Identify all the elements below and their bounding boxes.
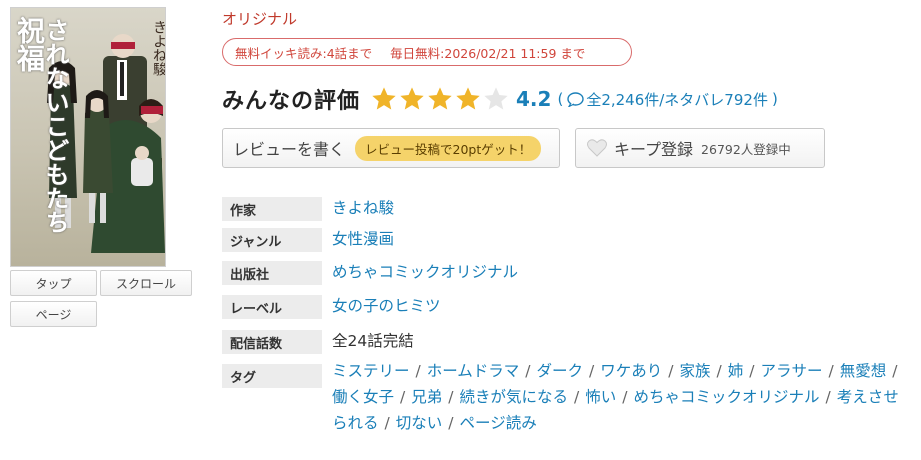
- review-points-badge: レビュー投稿で20ptゲット！: [355, 135, 542, 161]
- tag-link[interactable]: 働く女子: [332, 388, 394, 406]
- tag-separator: /: [448, 388, 454, 406]
- cover-image[interactable]: 祝福 されないこどもたち きよね駿: [10, 7, 166, 267]
- info-key: ジャンル: [222, 228, 322, 252]
- tag-link[interactable]: アラサー: [761, 362, 823, 380]
- info-row-author: 作家 きよね駿: [222, 197, 394, 221]
- free-binge-text: 無料イッキ読み:4話まで: [235, 45, 373, 61]
- publisher-link[interactable]: めちゃコミックオリジナル: [332, 261, 518, 283]
- keep-button[interactable]: キープ登録 26792人登録中: [575, 128, 825, 168]
- tag-separator: /: [589, 362, 595, 380]
- star-filled-icon: [400, 87, 424, 110]
- paren-open: (: [557, 90, 564, 108]
- heart-icon: [587, 139, 607, 157]
- write-review-label: レビューを書く: [233, 140, 346, 159]
- tag-link[interactable]: 兄弟: [411, 388, 442, 406]
- rating-title: みんなの評価: [222, 89, 361, 114]
- tag-separator: /: [525, 362, 531, 380]
- rating-value: 4.2: [516, 87, 552, 111]
- tag-separator: /: [400, 388, 406, 406]
- keep-count: 26792人登録中: [701, 141, 791, 157]
- review-count-text: 全2,246件/ネタバレ792件: [586, 90, 768, 109]
- speech-bubble-icon: [567, 91, 585, 107]
- tag-separator: /: [415, 362, 421, 380]
- info-row-tags: タグ: [222, 364, 322, 388]
- star-filled-icon: [372, 87, 396, 110]
- review-count-link[interactable]: ( 全2,246件/ネタバレ792件 ): [557, 89, 777, 110]
- star-empty-icon: [484, 87, 508, 110]
- info-key: レーベル: [222, 295, 322, 319]
- tag-link[interactable]: 続きが気になる: [460, 388, 569, 406]
- tag-separator: /: [892, 362, 898, 380]
- tag-link[interactable]: ダーク: [537, 362, 584, 380]
- cover-subtitle: されないこどもたち: [41, 18, 70, 234]
- tag-link[interactable]: めちゃコミックオリジナル: [634, 388, 820, 406]
- tag-link[interactable]: 家族: [680, 362, 711, 380]
- info-key: 出版社: [222, 261, 322, 285]
- original-label[interactable]: オリジナル: [222, 8, 297, 29]
- tag-separator: /: [622, 388, 628, 406]
- tag-link[interactable]: 切ない: [396, 414, 443, 432]
- view-tap-button[interactable]: タップ: [10, 270, 97, 296]
- episode-count: 全24話完結: [332, 332, 414, 350]
- genre-link[interactable]: 女性漫画: [332, 228, 394, 250]
- info-row-publisher: 出版社 めちゃコミックオリジナル: [222, 261, 518, 285]
- author-link[interactable]: きよね駿: [332, 197, 394, 219]
- view-page-button[interactable]: ページ: [10, 301, 97, 327]
- info-key: タグ: [222, 364, 322, 388]
- tag-link[interactable]: ミステリー: [332, 362, 410, 380]
- free-reading-badge: 無料イッキ読み:4話まで 毎日無料:2026/02/21 11:59 まで: [222, 38, 632, 66]
- rating-row: みんなの評価 4.2 ( 全2,246件/ネタバレ792件 ): [222, 84, 778, 114]
- tag-separator: /: [668, 362, 674, 380]
- info-row-genre: ジャンル 女性漫画: [222, 228, 394, 252]
- daily-free-text: 毎日無料:2026/02/21 11:59 まで: [390, 45, 586, 61]
- tag-separator: /: [749, 362, 755, 380]
- tag-list: ミステリー / ホームドラマ / ダーク / ワケあり / 家族 / 姉 / アラサー / 無愛想/働く女子…: [332, 358, 912, 436]
- info-row-label: レーベル 女の子のヒミツ: [222, 295, 441, 319]
- tag-link[interactable]: ページ読み: [460, 414, 537, 432]
- info-key: 配信話数: [222, 330, 322, 354]
- info-row-episodes: 配信話数 全24話完結: [222, 330, 414, 354]
- tag-link[interactable]: 姉: [728, 362, 744, 380]
- paren-close: ): [771, 90, 778, 108]
- info-key: 作家: [222, 197, 322, 221]
- tag-link[interactable]: 怖い: [585, 388, 616, 406]
- star-filled-icon: [456, 87, 480, 110]
- cover-author: きよね駿: [151, 20, 166, 76]
- tag-separator: /: [384, 414, 390, 432]
- tag-separator: /: [825, 388, 831, 406]
- keep-label: キープ登録: [614, 140, 694, 159]
- tag-separator: /: [574, 388, 580, 406]
- rating-stars: [370, 85, 510, 113]
- tag-link[interactable]: ワケあり: [600, 362, 662, 380]
- star-filled-icon: [428, 87, 452, 110]
- tag-separator: /: [716, 362, 722, 380]
- write-review-button[interactable]: レビューを書く レビュー投稿で20ptゲット！: [222, 128, 560, 168]
- tag-link[interactable]: ホームドラマ: [427, 362, 520, 380]
- tag-link[interactable]: 無愛想: [840, 362, 887, 380]
- view-scroll-button[interactable]: スクロール: [100, 270, 192, 296]
- tag-separator: /: [828, 362, 834, 380]
- tag-separator: /: [448, 414, 454, 432]
- label-link[interactable]: 女の子のヒミツ: [332, 295, 441, 317]
